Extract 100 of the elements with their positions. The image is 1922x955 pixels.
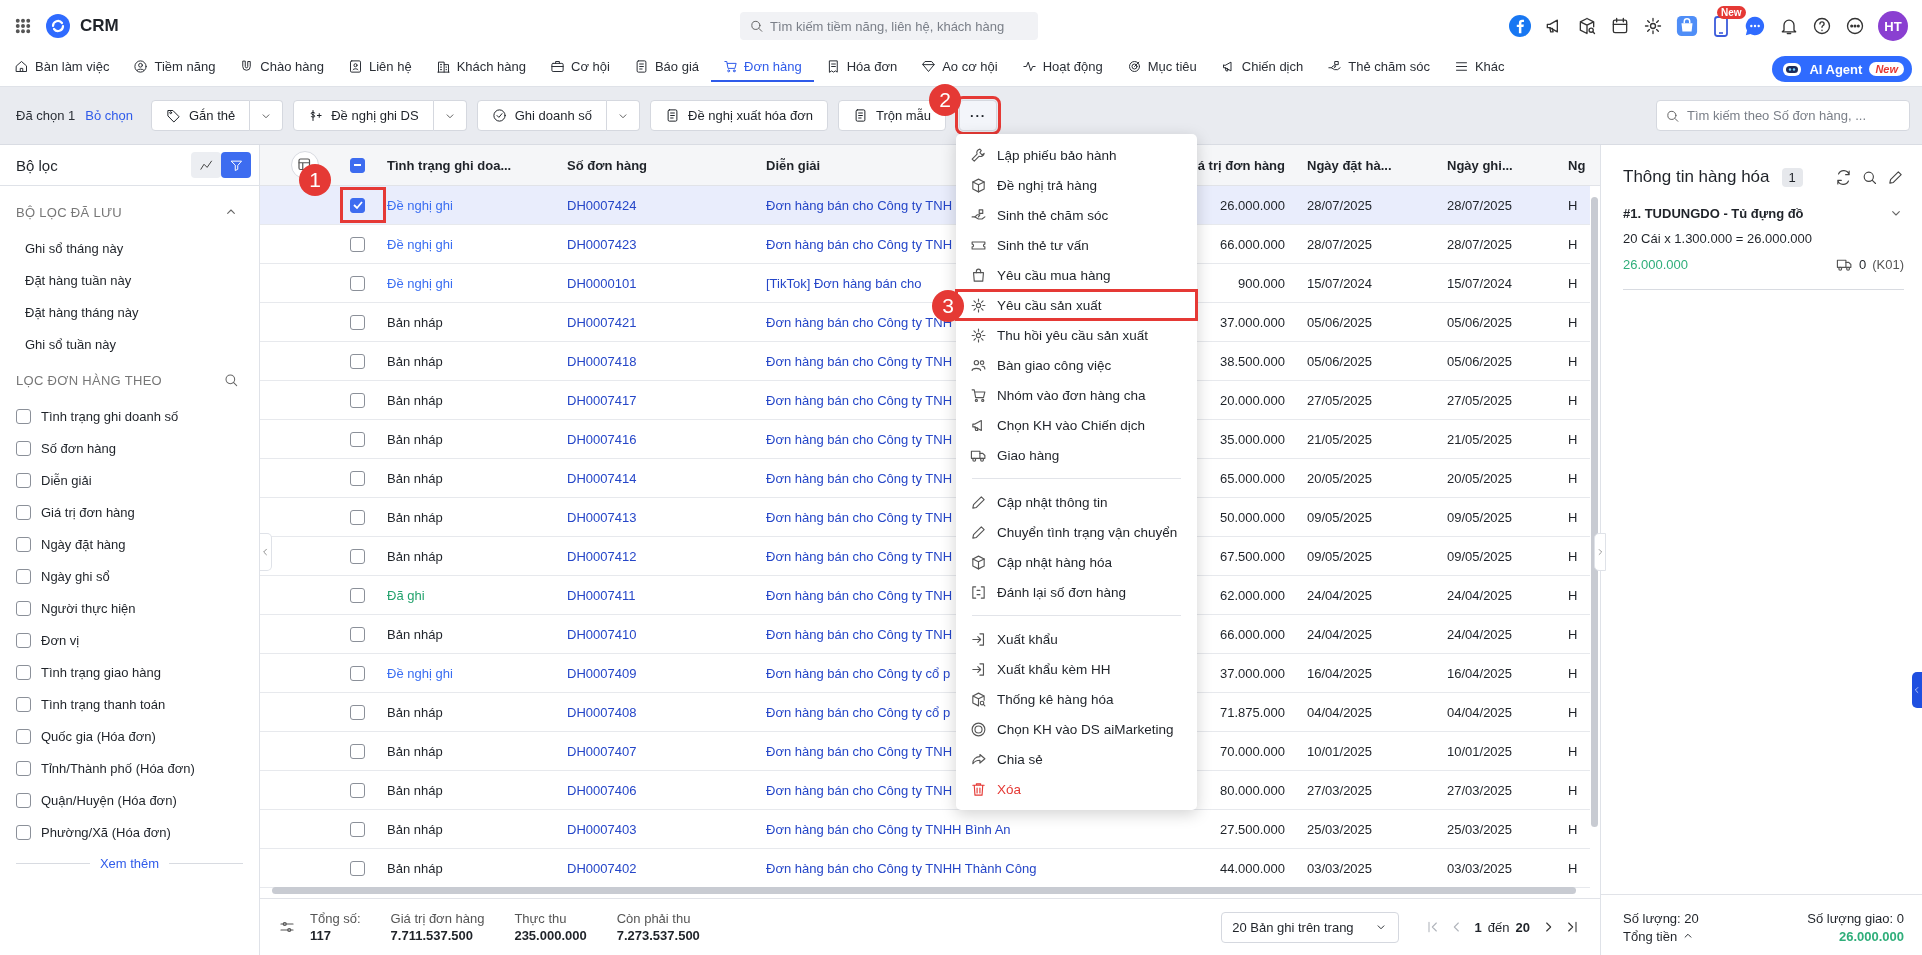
menu-item[interactable]: Lập phiếu bảo hành bbox=[956, 140, 1198, 170]
checkbox[interactable] bbox=[16, 568, 31, 584]
menu-item[interactable]: Xuất khẩu bbox=[956, 624, 1198, 654]
checkbox[interactable] bbox=[16, 696, 31, 712]
checkbox[interactable] bbox=[16, 792, 31, 808]
menu-item[interactable]: Sinh thẻ chăm sóc bbox=[956, 200, 1198, 230]
view-toggle[interactable] bbox=[221, 152, 251, 178]
row-checkbox[interactable] bbox=[350, 392, 365, 408]
pencil-icon[interactable] bbox=[1887, 168, 1904, 186]
order-number-link[interactable]: DH0007402 bbox=[567, 860, 766, 876]
nav-tab[interactable]: Chào hàng bbox=[227, 52, 336, 82]
order-number-link[interactable]: DH0007412 bbox=[567, 548, 766, 564]
order-number-link[interactable]: DH0007414 bbox=[567, 470, 766, 486]
checkbox[interactable] bbox=[16, 824, 31, 840]
checkbox[interactable] bbox=[16, 440, 31, 456]
menu-item[interactable]: Xóa bbox=[956, 774, 1198, 804]
menu-item[interactable]: Xuất khẩu kèm HH bbox=[956, 654, 1198, 684]
settings-icon[interactable] bbox=[1643, 16, 1663, 36]
refresh-icon[interactable] bbox=[1835, 168, 1852, 186]
order-number-link[interactable]: DH0007411 bbox=[567, 587, 766, 603]
column-header[interactable]: Ngày đặt hà... bbox=[1307, 157, 1447, 173]
menu-item[interactable]: Nhóm vào đơn hàng cha bbox=[956, 380, 1198, 410]
row-checkbox[interactable] bbox=[350, 821, 365, 837]
row-checkbox[interactable] bbox=[350, 236, 365, 252]
menu-item[interactable]: Thu hồi yêu cầu sản xuất bbox=[956, 320, 1198, 350]
checkbox[interactable] bbox=[16, 408, 31, 424]
action-button[interactable]: Gắn thẻ bbox=[150, 100, 251, 131]
box-search-icon[interactable] bbox=[1577, 16, 1597, 36]
row-checkbox[interactable] bbox=[350, 275, 365, 291]
checkbox[interactable] bbox=[16, 664, 31, 680]
column-header[interactable]: Ng bbox=[1568, 157, 1590, 173]
menu-item[interactable]: Chuyển tình trạng vận chuyển bbox=[956, 517, 1198, 547]
menu-item[interactable]: Yêu cầu mua hàng bbox=[956, 260, 1198, 290]
checkbox[interactable] bbox=[16, 632, 31, 648]
more-icon[interactable] bbox=[1845, 16, 1865, 36]
row-checkbox[interactable] bbox=[350, 548, 365, 564]
menu-item[interactable]: Chia sẻ bbox=[956, 744, 1198, 774]
row-checkbox[interactable] bbox=[350, 587, 365, 603]
order-search-field[interactable]: Tìm kiếm theo Số đơn hàng, ... bbox=[1656, 100, 1910, 131]
column-header[interactable]: Tình trạng ghi doa... bbox=[387, 157, 567, 173]
order-number-link[interactable]: DH0007413 bbox=[567, 509, 766, 525]
row-checkbox[interactable] bbox=[350, 665, 365, 681]
checkbox[interactable] bbox=[16, 600, 31, 616]
vertical-scrollbar[interactable] bbox=[1591, 197, 1598, 827]
order-number-link[interactable]: DH0007410 bbox=[567, 626, 766, 642]
nav-tab[interactable]: Chiến dịch bbox=[1208, 52, 1316, 82]
checkbox[interactable] bbox=[16, 504, 31, 520]
phone-icon[interactable] bbox=[1711, 15, 1731, 37]
deselect-link[interactable]: Bỏ chọn bbox=[85, 108, 133, 123]
nav-tab[interactable]: Thẻ chăm sóc bbox=[1315, 52, 1442, 82]
saved-filter[interactable]: Đặt hàng tuần này bbox=[0, 264, 259, 296]
description-link[interactable]: Đơn hàng bán cho Công ty TNHH Bình An bbox=[766, 821, 1155, 837]
page-size-select[interactable]: 20 Bản ghi trên trang bbox=[1221, 911, 1399, 943]
help-icon[interactable] bbox=[1812, 16, 1832, 36]
nav-tab[interactable]: Cơ hội bbox=[538, 52, 622, 82]
chat-icon[interactable] bbox=[1744, 15, 1766, 37]
order-number-link[interactable]: DH0007403 bbox=[567, 821, 766, 837]
menu-item[interactable]: Cập nhật hàng hóa bbox=[956, 547, 1198, 577]
nav-tab[interactable]: Hóa đơn bbox=[813, 52, 910, 82]
order-number-link[interactable]: DH0007408 bbox=[567, 704, 766, 720]
nav-tab[interactable]: Mục tiêu bbox=[1114, 52, 1209, 82]
order-number-link[interactable]: DH0007424 bbox=[567, 197, 766, 213]
saved-filter[interactable]: Đặt hàng tháng này bbox=[0, 296, 259, 328]
row-checkbox[interactable] bbox=[350, 470, 365, 486]
saved-filter[interactable]: Ghi sổ tuần này bbox=[0, 328, 259, 360]
search-icon[interactable] bbox=[223, 372, 239, 388]
checkbox[interactable] bbox=[16, 536, 31, 552]
checkbox[interactable] bbox=[16, 728, 31, 744]
nav-tab[interactable]: Tiềm năng bbox=[121, 52, 228, 82]
action-button[interactable]: Đề nghị ghi DS bbox=[293, 100, 434, 131]
order-number-link[interactable]: DH0000101 bbox=[567, 275, 766, 291]
menu-item[interactable]: Đề nghị trả hàng bbox=[956, 170, 1198, 200]
menu-item[interactable]: Sinh thẻ tư vấn bbox=[956, 230, 1198, 260]
nav-tab[interactable]: Bàn làm việc bbox=[2, 52, 122, 82]
checkbox[interactable] bbox=[16, 472, 31, 488]
side-panel-tab[interactable] bbox=[1912, 672, 1922, 708]
menu-item[interactable]: Thống kê hàng hóa bbox=[956, 684, 1198, 714]
menu-item[interactable]: Giao hàng bbox=[956, 440, 1198, 470]
row-checkbox[interactable] bbox=[350, 704, 365, 720]
column-header[interactable]: Số đơn hàng bbox=[567, 157, 766, 173]
action-button[interactable]: Đề nghị xuất hóa đơn bbox=[650, 100, 828, 131]
description-link[interactable]: Đơn hàng bán cho Công ty TNHH Thành Công bbox=[766, 860, 1155, 876]
collapse-handle[interactable] bbox=[260, 533, 272, 571]
order-number-link[interactable]: DH0007407 bbox=[567, 743, 766, 759]
menu-item[interactable]: Chọn KH vào Chiến dịch bbox=[956, 410, 1198, 440]
order-number-link[interactable]: DH0007421 bbox=[567, 314, 766, 330]
nav-tab[interactable]: Hoạt động bbox=[1009, 52, 1115, 82]
store-icon[interactable] bbox=[1676, 15, 1698, 37]
calendar-icon[interactable] bbox=[1610, 16, 1630, 36]
global-search-field[interactable]: Tìm kiếm tiềm năng, liên hệ, khách hàng bbox=[740, 12, 1038, 40]
view-toggle[interactable] bbox=[191, 152, 221, 178]
row-checkbox[interactable] bbox=[350, 509, 365, 525]
nav-tab[interactable]: Liên hệ bbox=[336, 52, 424, 82]
checkbox[interactable] bbox=[16, 760, 31, 776]
user-avatar[interactable]: HT bbox=[1878, 11, 1908, 41]
apps-grid-icon[interactable] bbox=[14, 17, 32, 35]
order-number-link[interactable]: DH0007406 bbox=[567, 782, 766, 798]
menu-item[interactable]: Bàn giao công việc bbox=[956, 350, 1198, 380]
menu-item[interactable]: Cập nhật thông tin bbox=[956, 487, 1198, 517]
nav-tab[interactable]: Ao cơ hội bbox=[909, 52, 1010, 82]
